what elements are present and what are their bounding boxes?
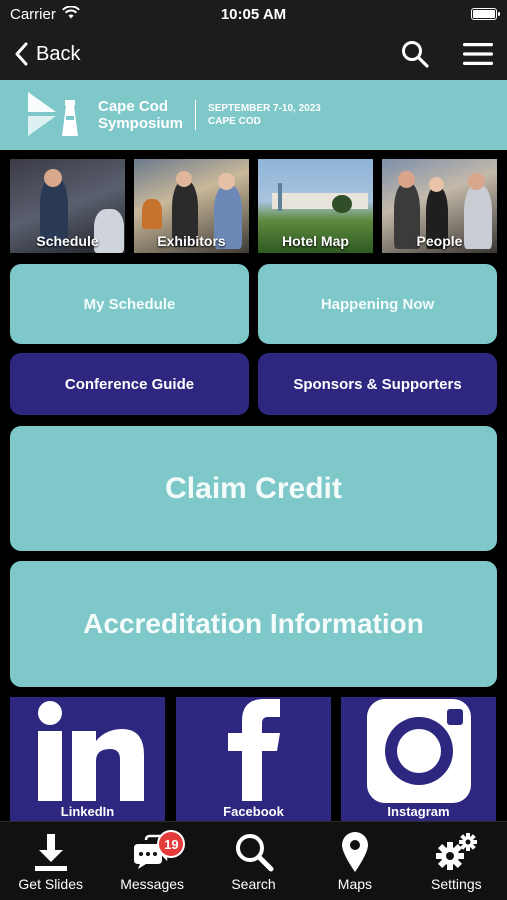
linkedin-label: LinkedIn (60, 804, 115, 819)
tile-hotel-map[interactable]: Hotel Map (258, 159, 373, 253)
event-dates-block: SEPTEMBER 7-10, 2023 CAPE COD (208, 102, 321, 128)
back-button[interactable]: Back (14, 42, 80, 66)
tab-settings[interactable]: Settings (406, 822, 507, 900)
messages-badge: 19 (157, 830, 186, 858)
nav-bar: Back (0, 28, 507, 80)
linkedin-tile[interactable]: LinkedIn (10, 697, 165, 821)
instagram-icon (367, 699, 471, 803)
tab-get-slides[interactable]: Get Slides (0, 822, 101, 900)
lighthouse-logo-icon (28, 92, 78, 136)
tile-label: Hotel Map (282, 233, 349, 249)
search-icon[interactable] (401, 40, 429, 68)
status-bar: Carrier 10:05 AM (0, 0, 507, 28)
back-label: Back (36, 42, 81, 65)
tab-label: Settings (431, 876, 482, 892)
tab-label: Get Slides (18, 876, 83, 892)
event-dates: SEPTEMBER 7-10, 2023 (208, 103, 321, 114)
happening-now-button[interactable]: Happening Now (258, 264, 497, 344)
tab-label: Search (231, 876, 276, 892)
claim-credit-button[interactable]: Claim Credit (10, 426, 497, 551)
event-banner: Cape Cod Symposium SEPTEMBER 7-10, 2023 … (0, 80, 507, 150)
conference-guide-button[interactable]: Conference Guide (10, 353, 249, 415)
tab-label: Messages (120, 876, 185, 892)
facebook-label: Facebook (223, 804, 284, 819)
tile-label: Exhibitors (157, 233, 226, 249)
map-pin-icon (341, 832, 368, 872)
tab-label: Maps (337, 876, 373, 892)
chevron-left-icon (15, 42, 28, 66)
event-location: CAPE COD (208, 116, 261, 127)
linkedin-icon (38, 701, 144, 801)
tile-exhibitors[interactable]: Exhibitors (134, 159, 249, 253)
tile-label: Schedule (36, 233, 99, 249)
tile-people[interactable]: People (382, 159, 497, 253)
tab-bar: Get Slides 19 Messages Search Maps Setti… (0, 821, 507, 900)
my-schedule-button[interactable]: My Schedule (10, 264, 249, 344)
tab-maps[interactable]: Maps (304, 822, 405, 900)
battery-icon (471, 8, 500, 20)
facebook-icon (228, 699, 280, 801)
instagram-label: Instagram (387, 804, 450, 819)
carrier-label: Carrier (10, 5, 56, 23)
photo-tiles: Schedule Exhibitors Hotel Map People (10, 159, 497, 253)
menu-icon[interactable] (463, 42, 493, 66)
tile-schedule[interactable]: Schedule (10, 159, 125, 253)
wifi-icon (61, 4, 80, 23)
accreditation-button[interactable]: Accreditation Information (10, 561, 497, 687)
search-icon (235, 834, 274, 872)
tab-messages[interactable]: 19 Messages (101, 822, 202, 900)
event-title: Cape Cod Symposium (98, 98, 184, 132)
gears-icon (436, 833, 478, 870)
instagram-tile[interactable]: Instagram (341, 697, 496, 821)
download-icon (34, 834, 67, 871)
tab-search[interactable]: Search (203, 822, 304, 900)
sponsors-button[interactable]: Sponsors & Supporters (258, 353, 497, 415)
banner-divider (195, 100, 197, 130)
facebook-tile[interactable]: Facebook (176, 697, 331, 821)
status-left: Carrier (10, 4, 80, 23)
tile-label: People (416, 233, 463, 249)
